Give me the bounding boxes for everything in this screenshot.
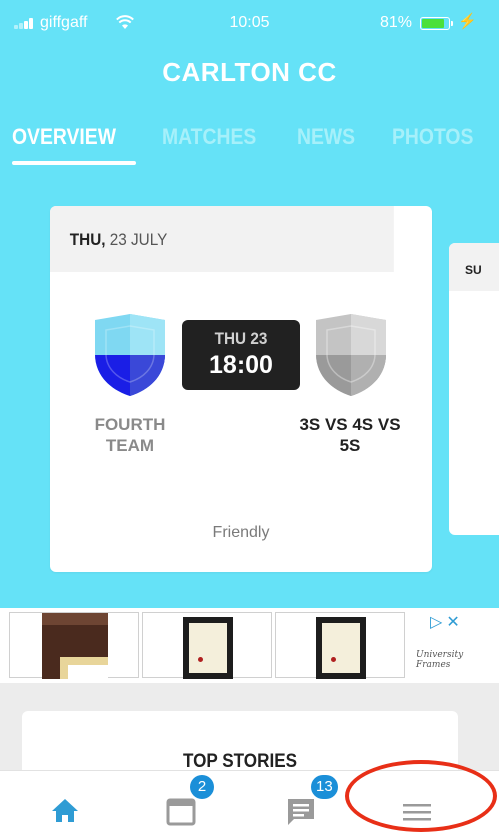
calendar-tab[interactable]: 2 [162, 775, 214, 831]
ad-close-icon[interactable]: ✕ [446, 614, 459, 631]
tab-matches[interactable]: MATCHES [162, 124, 256, 150]
club-title: CARLTON CC [162, 57, 337, 87]
active-tab-indicator [12, 161, 136, 165]
battery-icon [420, 17, 453, 30]
kickoff-time: 18:00 [209, 351, 273, 379]
tab-overview[interactable]: OVERVIEW [12, 124, 116, 150]
home-icon[interactable] [45, 791, 85, 831]
calendar-badge: 2 [190, 775, 214, 799]
next-match-card[interactable]: SU [449, 243, 499, 535]
tab-photos[interactable]: PHOTOS [392, 124, 473, 150]
match-type-label: Friendly [212, 524, 270, 541]
ad-choices-icon[interactable]: ▷ [430, 614, 442, 631]
ad-banner[interactable]: ▷ ✕ University Frames [0, 608, 499, 683]
tab-news[interactable]: NEWS [297, 124, 355, 150]
ad-controls: ▷ ✕ [430, 612, 460, 632]
menu-highlight-circle [345, 760, 497, 832]
ad-product-image[interactable] [9, 612, 139, 679]
match-date-header: THU, 23 JULY [50, 206, 394, 272]
match-weekday: THU, [69, 230, 106, 249]
messages-tab[interactable]: 13 [283, 775, 338, 831]
kickoff-date: THU 23 [214, 329, 268, 348]
status-bar: giffgaff 10:05 81% ⚡ [0, 0, 499, 44]
battery-percentage: 81% [380, 14, 413, 31]
home-team-shield-icon [95, 314, 165, 396]
charging-icon: ⚡ [458, 13, 477, 30]
ad-brand-logo: University Frames [416, 650, 464, 670]
home-team-name[interactable]: FOURTH TEAM [70, 414, 190, 456]
next-match-header: SU [449, 243, 499, 291]
messages-badge: 13 [311, 775, 338, 799]
match-date: 23 JULY [105, 230, 168, 249]
ad-product-image[interactable] [275, 612, 405, 679]
kickoff-time-box: THU 23 18:00 [182, 320, 300, 390]
ad-product-image[interactable] [142, 612, 272, 679]
away-team-name[interactable]: 3S VS 4S VS 5S [290, 414, 410, 456]
match-card[interactable]: THU, 23 JULY THU 23 18:00 FOURTH TEAM 3S… [50, 206, 432, 572]
away-team-shield-icon [316, 314, 386, 396]
